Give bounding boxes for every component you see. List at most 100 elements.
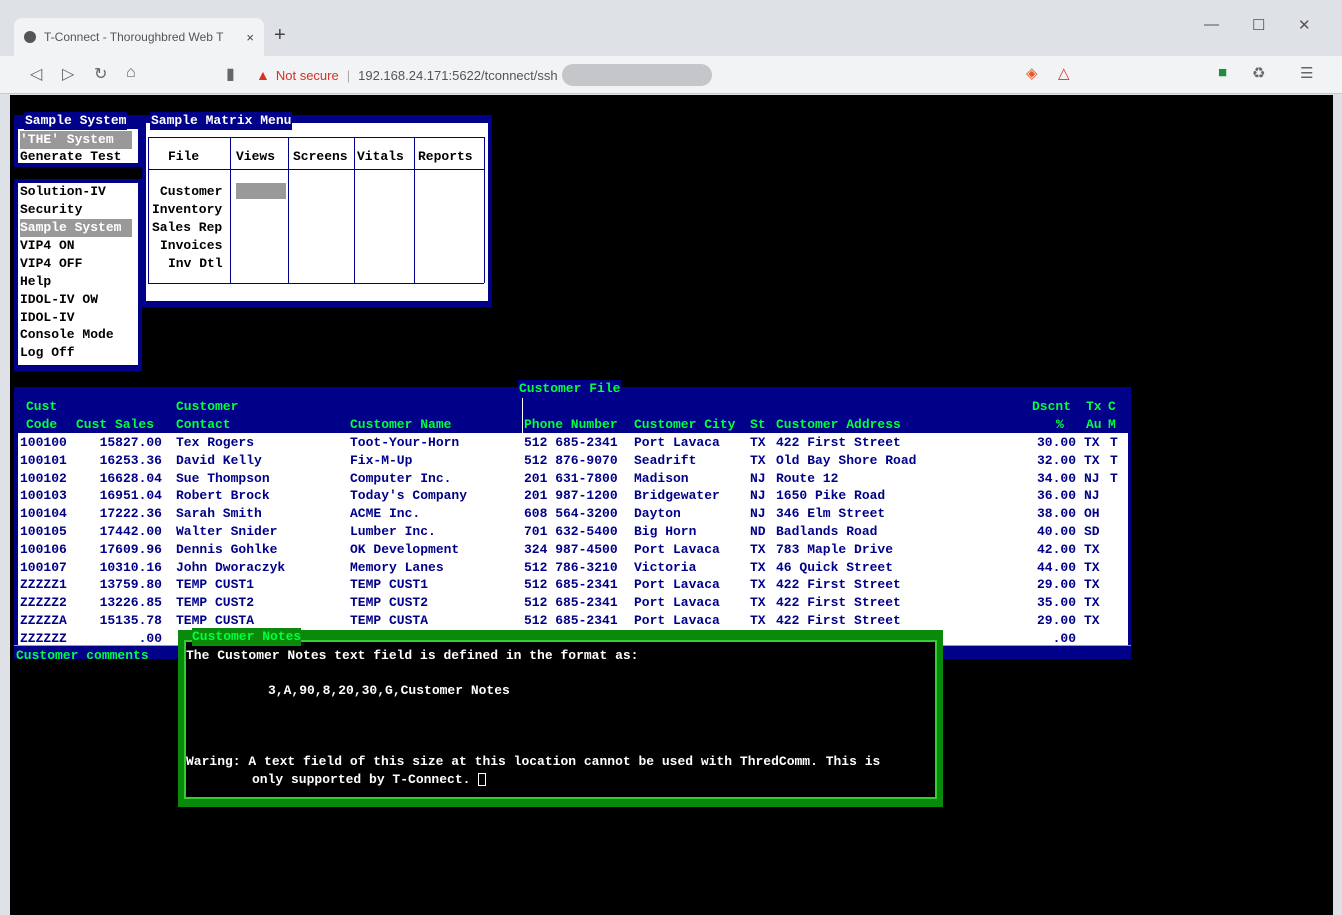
cell-code: 100103 — [20, 488, 67, 504]
cell-tax-auth: TX — [1084, 613, 1100, 628]
sidebar-item[interactable]: IDOL-IV — [20, 309, 75, 327]
matrix-row-inv-dtl[interactable]: Inv Dtl — [168, 255, 223, 273]
cell-name: Computer Inc. — [350, 470, 452, 486]
sidebar-top-item[interactable]: Generate Test — [20, 148, 121, 166]
cell-state: NJ — [750, 506, 766, 522]
cell-sales: 15135.78 — [99, 613, 162, 628]
back-icon[interactable]: ◁ — [30, 64, 42, 84]
cell-phone: 201 631-7800 — [524, 470, 618, 486]
close-window-button[interactable]: ✕ — [1298, 16, 1311, 34]
sidebar-item[interactable]: Solution-IV — [20, 183, 106, 201]
cell-phone: 201 987-1200 — [524, 488, 618, 504]
notes-line: The Customer Notes text field is defined… — [186, 648, 639, 663]
new-tab-button[interactable]: + — [274, 24, 286, 47]
sidebar-item[interactable]: VIP4 ON — [20, 237, 75, 255]
cell-name: TEMP CUST2 — [350, 595, 429, 611]
matrix-row-inventory[interactable]: Inventory — [152, 201, 222, 219]
recycle-icon[interactable]: ♻ — [1252, 64, 1265, 82]
matrix-header-views[interactable]: Views — [236, 148, 275, 166]
cell-phone: 512 876-9070 — [524, 452, 618, 468]
cell-city: Port Lavaca — [634, 435, 720, 450]
matrix-row-sales-rep[interactable]: Sales Rep — [152, 219, 222, 237]
address-bar[interactable]: ▲ Not secure | 192.168.24.171:5622/tconn… — [256, 61, 1016, 89]
cell-code: ZZZZZA — [20, 613, 67, 628]
cell-code: 100100 — [20, 435, 67, 450]
col-header: Customer — [176, 399, 239, 414]
cell-name: Memory Lanes — [350, 559, 444, 575]
cell-sales: 10310.16 — [99, 559, 162, 575]
cell-tax-auth: NJ — [1084, 470, 1100, 486]
cell-tax-auth: SD — [1084, 524, 1100, 539]
forward-icon[interactable]: ▷ — [62, 64, 74, 84]
matrix-header-file[interactable]: File — [168, 148, 199, 166]
matrix-header-vitals[interactable]: Vitals — [357, 148, 404, 166]
cell-city: Port Lavaca — [634, 577, 720, 593]
matrix-header-reports[interactable]: Reports — [418, 148, 473, 166]
cell-sales: 17222.36 — [99, 506, 162, 522]
cell-name: Fix-M-Up — [350, 452, 413, 468]
sidebar-top-item[interactable]: 'THE' System — [20, 131, 132, 149]
cell-code: 100105 — [20, 524, 67, 539]
sidebar-item[interactable]: VIP4 OFF — [20, 255, 82, 273]
tab-title: T-Connect - Thoroughbred Web T — [44, 30, 224, 44]
bookmark-icon[interactable]: ▮ — [226, 64, 235, 84]
sidebar-item[interactable]: IDOL-IV OW — [20, 291, 98, 309]
sidebar-item[interactable]: Sample System — [20, 219, 132, 237]
col-header: M — [1108, 417, 1116, 432]
col-header: Tx — [1086, 399, 1102, 414]
cell-state: NJ — [750, 470, 766, 486]
extension-icon[interactable]: ■ — [1218, 64, 1227, 81]
reload-icon[interactable]: ↻ — [94, 64, 107, 84]
brave-shield-icon[interactable]: ◈ — [1026, 64, 1038, 82]
notes-warning-cont[interactable]: only supported by T-Connect. — [252, 771, 487, 789]
cell-name: Today's Company — [350, 488, 468, 504]
cell-city: Port Lavaca — [634, 595, 720, 611]
cell-contact: Dennis Gohlke — [176, 541, 278, 557]
cell-city: Seadrift — [634, 452, 697, 468]
matrix-header-screens[interactable]: Screens — [293, 148, 348, 166]
cell-code: ZZZZZ2 — [20, 595, 67, 611]
cell-city: Dayton — [634, 506, 681, 522]
terminal-screen[interactable]: Sample System 'THE' System Generate Test… — [10, 95, 1333, 915]
cell-address: 422 First Street — [776, 595, 901, 611]
tab-close-icon[interactable]: × — [246, 30, 254, 45]
cell-contact: Sue Thompson — [176, 470, 270, 486]
browser-tab[interactable]: T-Connect - Thoroughbred Web T × — [14, 18, 264, 56]
sidebar-item[interactable]: Help — [20, 273, 51, 291]
cell-sales: 13759.80 — [99, 577, 162, 593]
menu-icon[interactable]: ☰ — [1300, 64, 1313, 82]
cell-state: NJ — [750, 488, 766, 504]
cell-tax-auth: TX — [1084, 541, 1100, 557]
cell-discount: 36.00 — [1036, 488, 1076, 504]
cell-discount: .00 — [1052, 630, 1076, 646]
matrix-selected-cell[interactable] — [236, 183, 286, 199]
col-header: Customer City — [634, 417, 736, 432]
minimize-button[interactable]: — — [1204, 16, 1219, 33]
cell-address: 1650 Pike Road — [776, 488, 886, 504]
col-header: Contact — [176, 417, 231, 432]
rewards-icon[interactable]: △ — [1058, 64, 1070, 82]
home-icon[interactable]: ⌂ — [126, 64, 136, 82]
text-cursor — [478, 773, 487, 787]
cell-address: 422 First Street — [776, 435, 901, 450]
cell-tax-auth: NJ — [1084, 488, 1100, 504]
cell-city: Port Lavaca — [634, 613, 720, 628]
sidebar-item[interactable]: Log Off — [20, 344, 75, 362]
cell-code: 100106 — [20, 541, 67, 557]
matrix-row-customer[interactable]: Customer — [160, 183, 222, 201]
cell-code: ZZZZZZ — [20, 630, 67, 646]
cell-discount: 30.00 — [1036, 435, 1076, 450]
sidebar-item[interactable]: Console Mode — [20, 326, 114, 344]
cell-contact: TEMP CUST2 — [176, 595, 255, 611]
cell-city: Port Lavaca — [634, 541, 720, 557]
sidebar-item[interactable]: Security — [20, 201, 82, 219]
matrix-row-invoices[interactable]: Invoices — [160, 237, 222, 255]
col-header: Au — [1086, 417, 1102, 432]
cell-contact: Robert Brock — [176, 488, 270, 504]
cell-contact: TEMP CUST1 — [176, 577, 255, 593]
maximize-button[interactable]: ☐ — [1252, 16, 1265, 34]
cell-sales: 16628.04 — [99, 470, 162, 486]
cell-contact: John Dworaczyk — [176, 559, 286, 575]
warning-icon: ▲ — [256, 67, 270, 83]
cell-discount: 32.00 — [1036, 452, 1076, 468]
